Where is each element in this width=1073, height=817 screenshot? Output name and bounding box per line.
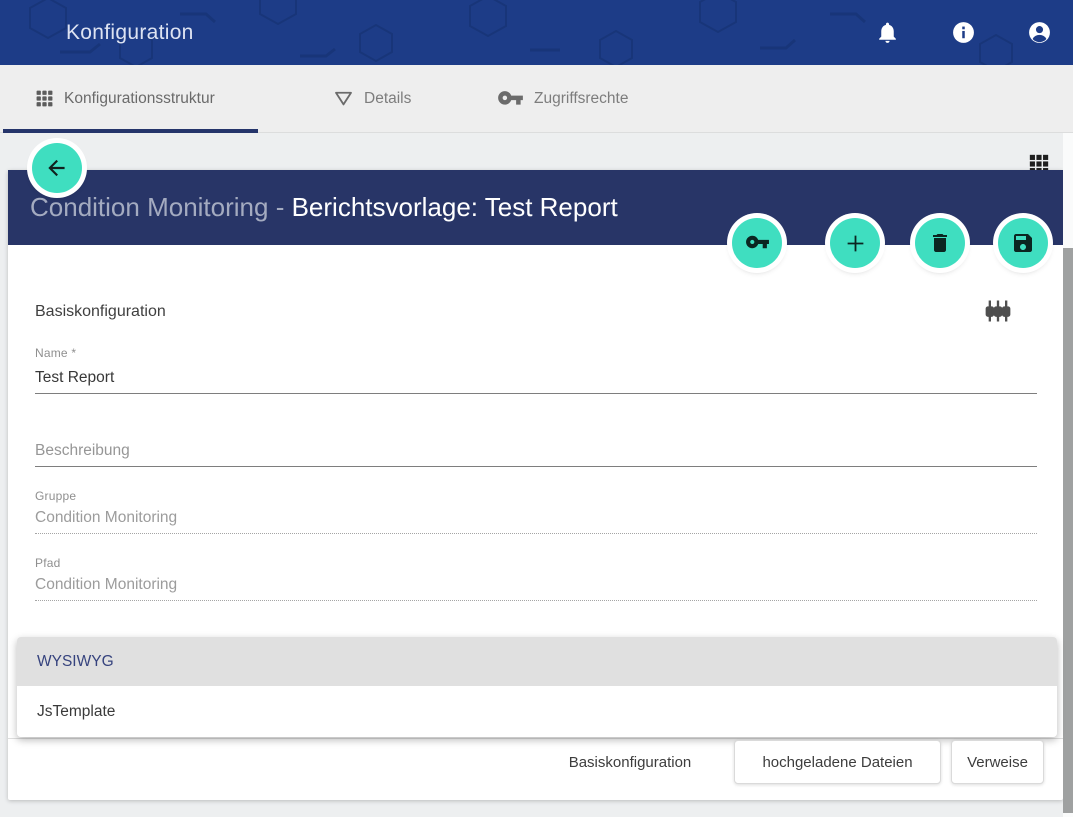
dropdown-option-wysiwyg[interactable]: WYSIWYG (17, 637, 1057, 686)
detail-title: Condition Monitoring - Berichtsvorlage: … (30, 170, 618, 245)
group-field-label: Gruppe (35, 489, 76, 503)
template-type-dropdown: WYSIWYG JsTemplate (17, 637, 1057, 737)
plus-icon (842, 230, 869, 257)
tab-label: Details (364, 90, 411, 108)
trash-icon (928, 231, 952, 255)
app-window: Konfiguration Konfigurationsstrukt (0, 0, 1073, 817)
tab-details[interactable]: Details (333, 65, 411, 132)
path-field (35, 570, 1037, 601)
detail-banner: Condition Monitoring - Berichtsvorlage: … (8, 170, 1063, 245)
detail-title-group: Condition Monitoring - (30, 192, 292, 222)
save-icon (1011, 231, 1035, 255)
name-field[interactable] (35, 363, 1037, 394)
footer-tab-verweise[interactable]: Verweise (951, 740, 1044, 784)
add-fab[interactable] (830, 218, 880, 268)
active-tab-indicator (3, 129, 258, 133)
key-icon (745, 234, 770, 252)
tab-label: Konfigurationsstruktur (64, 90, 215, 108)
info-icon[interactable] (951, 20, 976, 45)
save-fab[interactable] (998, 218, 1048, 268)
path-field-label: Pfad (35, 556, 61, 570)
key-icon (497, 89, 524, 109)
delete-fab[interactable] (915, 218, 965, 268)
bell-icon[interactable] (875, 20, 900, 45)
arrow-left-icon (44, 155, 70, 181)
permissions-fab[interactable] (732, 218, 782, 268)
footer-tab-basiskonfiguration[interactable]: Basiskonfiguration (548, 740, 712, 784)
description-field[interactable] (35, 436, 1037, 467)
sliders-icon[interactable] (984, 297, 1012, 325)
account-icon[interactable] (1027, 20, 1052, 45)
dropdown-option-jstemplate[interactable]: JsTemplate (17, 686, 1057, 737)
detail-title-name: Berichtsvorlage: Test Report (292, 192, 618, 222)
tab-bar: Konfigurationsstruktur Details Zugriffsr… (0, 65, 1073, 133)
tab-konfigurationsstruktur[interactable]: Konfigurationsstruktur (35, 65, 215, 132)
app-header: Konfiguration (0, 0, 1073, 65)
tab-label: Zugriffsrechte (534, 90, 628, 108)
section-title: Basiskonfiguration (35, 303, 166, 321)
footer-tab-hochgeladene-dateien[interactable]: hochgeladene Dateien (734, 740, 941, 784)
page-title: Konfiguration (66, 0, 194, 65)
footer-divider (8, 738, 1063, 739)
funnel-icon (333, 89, 354, 109)
scrollbar-thumb[interactable] (1063, 248, 1073, 813)
name-field-label: Name * (35, 346, 76, 360)
group-field (35, 503, 1037, 534)
back-button[interactable] (32, 143, 82, 193)
grid-icon (35, 89, 54, 108)
tab-zugriffsrechte[interactable]: Zugriffsrechte (497, 65, 628, 132)
